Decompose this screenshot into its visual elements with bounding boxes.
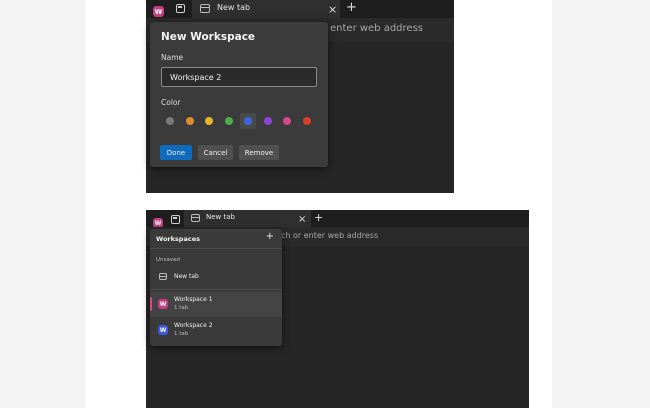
color-swatch-2[interactable]: [185, 117, 194, 125]
close-tab-icon[interactable]: ×: [328, 4, 337, 15]
workspace-badge-letter: W: [154, 7, 163, 16]
tab-title: New tab: [217, 3, 251, 12]
color-swatch-4[interactable]: [224, 117, 233, 125]
color-swatch-6[interactable]: [263, 117, 272, 125]
workspace-badge-letter: W: [159, 326, 167, 334]
unsaved-section-label: Unsaved: [156, 257, 180, 263]
tab-new-tab[interactable]: New tab: [184, 210, 311, 227]
new-tab-favicon-icon: [191, 214, 200, 222]
workspace-icon[interactable]: W: [153, 6, 164, 17]
workspace-name: Workspace 2: [174, 322, 213, 329]
workspace-avatar-icon: W: [158, 299, 168, 309]
workspace-tab-count: 1 tab: [174, 331, 189, 337]
color-swatch-7[interactable]: [283, 117, 291, 125]
workspace-name: Workspace 1: [174, 296, 213, 303]
tab-title: New tab: [206, 213, 235, 221]
unsaved-new-tab-item[interactable]: New tab: [150, 267, 282, 287]
panel-title: Workspaces: [156, 235, 200, 243]
panel-divider: [150, 248, 282, 249]
panel-divider: [150, 289, 282, 290]
new-tab-plus-icon[interactable]: +: [314, 212, 323, 223]
add-workspace-icon[interactable]: +: [266, 232, 274, 242]
color-label: Color: [161, 98, 181, 107]
workspace-avatar-icon: W: [158, 325, 168, 335]
cancel-button[interactable]: Cancel: [198, 145, 233, 160]
dialog-title: New Workspace: [161, 31, 256, 43]
name-label: Name: [161, 53, 184, 62]
workspace-item-2[interactable]: W Workspace 2 1 tab: [150, 318, 282, 343]
active-workspace-indicator: [150, 297, 152, 311]
new-tab-page-icon: [159, 273, 167, 280]
tab-actions-icon[interactable]: [171, 215, 180, 224]
remove-button[interactable]: Remove: [239, 145, 279, 160]
address-placeholder: enter web address: [330, 23, 423, 34]
tab-actions-icon[interactable]: [176, 4, 185, 13]
color-swatch-1[interactable]: [166, 117, 174, 125]
workspace-tab-count: 1 tab: [174, 305, 189, 311]
workspaces-panel: Workspaces + Unsaved New tab W Workspace …: [150, 229, 282, 346]
workspace-badge-letter: W: [159, 300, 167, 308]
new-workspace-dialog: New Workspace Name Color Done Cancel Rem…: [150, 22, 328, 167]
workspace-badge-letter: W: [154, 219, 162, 227]
tab-new-tab[interactable]: New tab: [192, 0, 340, 18]
new-tab-plus-icon[interactable]: +: [346, 1, 357, 14]
workspace-item-1[interactable]: W Workspace 1 1 tab: [150, 292, 282, 317]
new-tab-favicon-icon: [200, 4, 210, 13]
close-tab-icon[interactable]: ×: [298, 214, 306, 225]
address-placeholder: ch or enter web address: [281, 231, 379, 240]
unsaved-item-label: New tab: [174, 273, 199, 280]
color-swatch-3[interactable]: [205, 117, 213, 125]
done-button[interactable]: Done: [160, 145, 192, 160]
color-swatch-5[interactable]: [244, 117, 252, 125]
workspace-name-input[interactable]: [161, 67, 317, 87]
color-swatch-8[interactable]: [302, 117, 311, 125]
